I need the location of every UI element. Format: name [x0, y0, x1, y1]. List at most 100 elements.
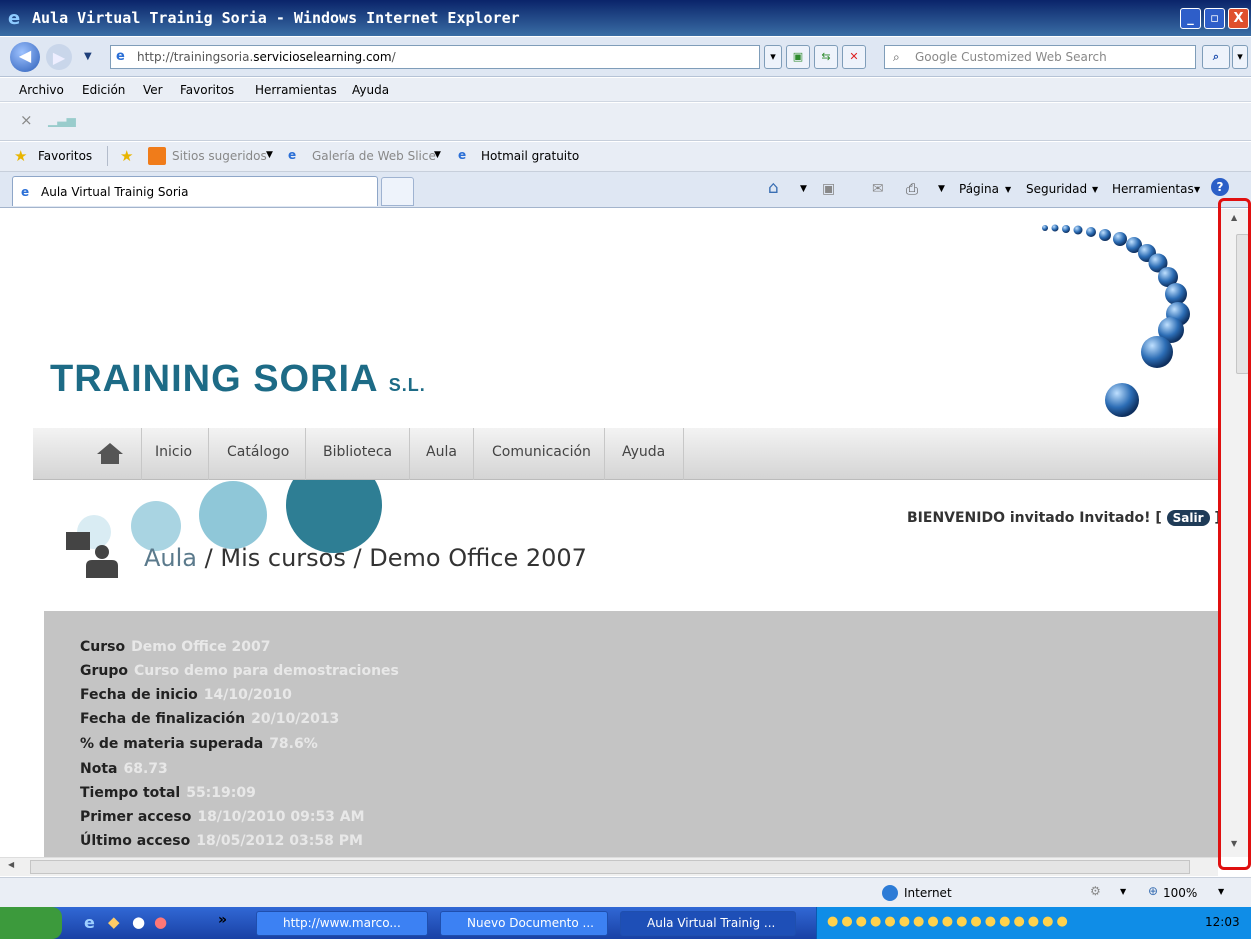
add-favorite-icon[interactable]: ★: [120, 147, 133, 165]
toolbar-close-icon[interactable]: ×: [20, 111, 33, 129]
detail-label: Curso: [80, 639, 126, 655]
favorites-bar: ★ Favoritos ★ Sitios sugeridos ▼ e Galer…: [0, 142, 1251, 172]
hotmail-link[interactable]: Hotmail gratuito: [481, 149, 579, 163]
zoom-level[interactable]: 100%: [1163, 886, 1197, 900]
detail-value: Curso demo para demostraciones: [134, 663, 399, 679]
quicklaunch-icon[interactable]: ◆: [108, 913, 120, 931]
suggested-sites-dropdown-icon[interactable]: ▼: [266, 150, 273, 160]
home-icon[interactable]: ⌂: [768, 178, 779, 198]
compatibility-icon[interactable]: ▣: [786, 45, 810, 69]
nav-ayuda[interactable]: Ayuda: [622, 444, 665, 460]
pagina-menu[interactable]: Página: [959, 182, 999, 196]
extra-toolbar: × ▁▃▅: [0, 103, 1251, 141]
system-tray: ●●●●●●●●●●●●●●●●● 12:03: [816, 907, 1251, 939]
maximize-button[interactable]: ▫: [1204, 8, 1225, 29]
horizontal-scroll-thumb[interactable]: [30, 860, 1190, 874]
detail-row: % de materia superada 78.6%: [80, 736, 318, 752]
nav-aula[interactable]: Aula: [426, 444, 457, 460]
print-icon[interactable]: ⎙: [906, 180, 918, 198]
nav-divider: [473, 428, 474, 480]
url-prefix: http://trainingsoria.: [137, 50, 254, 64]
home-dropdown-icon[interactable]: ▼: [800, 184, 807, 194]
breadcrumb-aula[interactable]: Aula: [144, 544, 197, 572]
webslice-gallery-link[interactable]: Galería de Web Slice: [312, 149, 436, 163]
detail-label: Fecha de finalización: [80, 711, 246, 727]
zoom-dropdown-icon[interactable]: ▼: [1218, 887, 1224, 896]
refresh-icon[interactable]: ⇆: [814, 45, 838, 69]
clock: 12:03: [1205, 915, 1240, 929]
detail-value: 78.6%: [269, 736, 318, 752]
suggested-sites-link[interactable]: Sitios sugeridos: [172, 149, 267, 163]
logout-button[interactable]: Salir: [1166, 510, 1210, 526]
stop-icon[interactable]: ✕: [842, 45, 866, 69]
chrome-quicklaunch-icon[interactable]: ●: [132, 913, 145, 931]
nav-divider: [305, 428, 306, 480]
menu-favoritos[interactable]: Favoritos: [180, 83, 234, 97]
home-nav-icon[interactable]: [94, 441, 126, 465]
favorites-button[interactable]: Favoritos: [38, 149, 92, 163]
nav-catalogo[interactable]: Catálogo: [227, 444, 289, 460]
nav-comunicacion[interactable]: Comunicación: [492, 444, 591, 460]
webslice-icon: e: [288, 148, 297, 162]
quicklaunch-icon[interactable]: ●: [154, 913, 167, 931]
search-options-button[interactable]: ▾: [1232, 45, 1248, 69]
ie-quicklaunch-icon[interactable]: e: [84, 913, 95, 932]
detail-value: Demo Office 2007: [131, 639, 271, 655]
webslice-dropdown-icon[interactable]: ▼: [434, 150, 441, 160]
protected-dropdown-icon[interactable]: ▼: [1120, 887, 1126, 896]
minimize-button[interactable]: _: [1180, 8, 1201, 29]
search-input[interactable]: ⌕ Google Customized Web Search: [884, 45, 1196, 69]
help-icon[interactable]: ?: [1211, 178, 1229, 196]
menu-ver[interactable]: Ver: [143, 83, 163, 97]
seguridad-dropdown-icon[interactable]: ▼: [1092, 185, 1098, 194]
detail-label: Primer acceso: [80, 809, 192, 825]
mail-icon[interactable]: ✉: [872, 181, 884, 197]
pagina-dropdown-icon[interactable]: ▼: [1005, 185, 1011, 194]
hotmail-icon: e: [458, 148, 467, 162]
window-title: Aula Virtual Trainig Soria - Windows Int…: [32, 9, 520, 27]
herramientas-dropdown-icon[interactable]: ▼: [1194, 185, 1200, 194]
taskbar-item-aula-virtual[interactable]: Aula Virtual Trainig ...: [620, 911, 796, 936]
url-domain: servicioselearning.com: [253, 50, 392, 64]
address-dropdown-button[interactable]: ▾: [764, 45, 782, 69]
favorites-star-icon: ★: [14, 147, 28, 165]
forward-button[interactable]: ▶: [46, 44, 72, 70]
zone-label: Internet: [904, 886, 952, 900]
internet-zone-icon: [882, 885, 898, 901]
feeds-icon[interactable]: ▣: [822, 181, 835, 197]
detail-value: 18/10/2010 09:53 AM: [197, 809, 365, 825]
taskbar-item-documento[interactable]: Nuevo Documento ...: [440, 911, 608, 936]
nav-inicio[interactable]: Inicio: [155, 444, 192, 460]
herramientas-menu[interactable]: Herramientas: [1112, 182, 1194, 196]
seguridad-menu[interactable]: Seguridad: [1026, 182, 1087, 196]
menu-herramientas[interactable]: Herramientas: [255, 83, 337, 97]
back-button[interactable]: ◀: [10, 42, 40, 72]
search-button[interactable]: ⌕: [1202, 45, 1230, 69]
detail-row: Tiempo total 55:19:09: [80, 785, 256, 801]
tab-ie-icon: e: [21, 185, 30, 199]
taskbar-item-marco[interactable]: http://www.marco...: [256, 911, 428, 936]
protected-mode-icon[interactable]: ⚙: [1090, 884, 1101, 898]
print-dropdown-icon[interactable]: ▼: [938, 184, 945, 194]
breadcrumb-separator: /: [353, 544, 362, 572]
nav-divider: [604, 428, 605, 480]
menu-ayuda[interactable]: Ayuda: [352, 83, 389, 97]
tray-icons[interactable]: ●●●●●●●●●●●●●●●●●: [827, 914, 1071, 929]
close-button[interactable]: X: [1228, 8, 1249, 29]
menu-edicion[interactable]: Edición: [82, 83, 125, 97]
zoom-icon[interactable]: ⊕: [1148, 884, 1158, 898]
start-button[interactable]: [0, 907, 62, 939]
breadcrumb-mis-cursos[interactable]: Mis cursos: [220, 544, 345, 572]
history-dropdown-icon[interactable]: ▼: [84, 51, 92, 62]
tab-aula-virtual[interactable]: e Aula Virtual Trainig Soria: [12, 176, 378, 206]
nav-biblioteca[interactable]: Biblioteca: [323, 444, 392, 460]
suggested-sites-icon: [148, 147, 166, 165]
highlight-box: [1218, 198, 1251, 870]
favorites-divider: [107, 146, 108, 166]
new-tab-button[interactable]: [381, 177, 414, 206]
quicklaunch-overflow-icon[interactable]: »: [218, 912, 227, 928]
address-input[interactable]: e http://trainingsoria.servicioselearnin…: [110, 45, 760, 69]
menu-archivo[interactable]: Archivo: [19, 83, 64, 97]
scroll-left-arrow-icon[interactable]: ◀: [8, 860, 14, 869]
horizontal-scrollbar[interactable]: ◀: [0, 857, 1218, 876]
